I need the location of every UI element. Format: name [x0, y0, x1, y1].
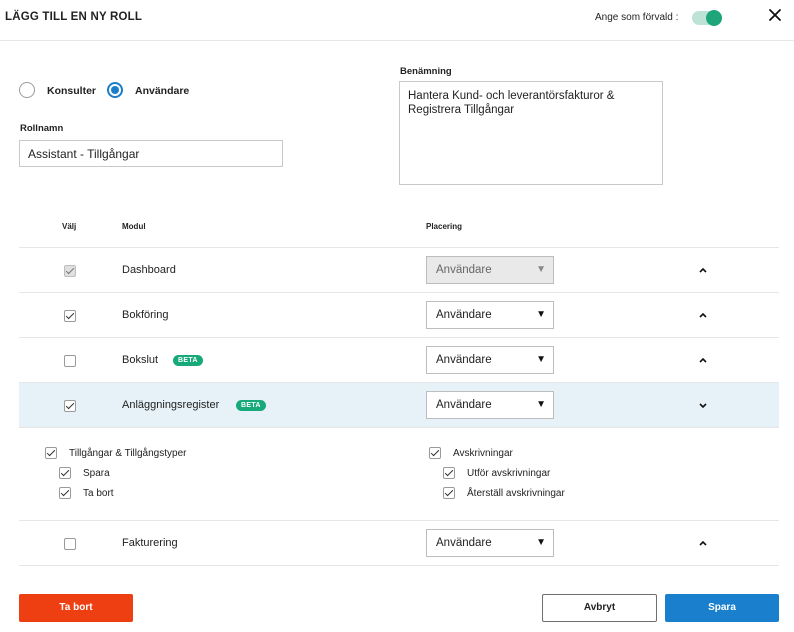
set-default-label: Ange som förvald : — [595, 12, 679, 23]
column-header-module: Modul — [122, 222, 146, 231]
table-row: Dashboard Användare ▼ — [19, 248, 779, 293]
placement-select[interactable]: Användare ▼ — [426, 529, 554, 557]
placement-value: Användare — [436, 264, 492, 276]
module-name: Bokföring — [122, 309, 169, 321]
permission-label: Utför avskrivningar — [467, 468, 551, 479]
module-checkbox[interactable] — [64, 355, 76, 367]
module-checkbox[interactable] — [64, 400, 76, 412]
close-icon[interactable] — [767, 7, 783, 23]
module-name: Bokslut — [122, 354, 159, 366]
role-name-label: Rollnamn — [20, 123, 64, 134]
permission-checkbox[interactable] — [59, 467, 71, 479]
permission-label: Avskrivningar — [453, 448, 513, 459]
chevron-up-icon[interactable] — [697, 537, 709, 549]
dropdown-arrow-icon: ▼ — [536, 264, 546, 275]
placement-value: Användare — [436, 399, 492, 411]
placement-select[interactable]: Användare ▼ — [426, 301, 554, 329]
delete-button[interactable]: Ta bort — [19, 594, 133, 622]
description-textarea[interactable]: Hantera Kund- och leverantörsfakturor & … — [399, 81, 663, 185]
placement-select: Användare ▼ — [426, 256, 554, 284]
dropdown-arrow-icon: ▼ — [536, 537, 546, 548]
permission-checkbox[interactable] — [429, 447, 441, 459]
chevron-down-icon[interactable] — [697, 399, 709, 411]
module-checkbox[interactable] — [64, 310, 76, 322]
modal-title: LÄGG TILL EN NY ROLL — [5, 11, 143, 23]
permission-label: Ta bort — [83, 488, 114, 499]
dropdown-arrow-icon: ▼ — [536, 309, 546, 320]
module-name: Dashboard — [122, 264, 176, 276]
permission-checkbox[interactable] — [443, 467, 455, 479]
role-name-input[interactable] — [19, 140, 283, 167]
placement-value: Användare — [436, 309, 492, 321]
placement-value: Användare — [436, 354, 492, 366]
dropdown-arrow-icon: ▼ — [536, 399, 546, 410]
permission-label: Återställ avskrivningar — [467, 488, 565, 499]
beta-badge: BETA — [173, 355, 203, 366]
modal-header: LÄGG TILL EN NY ROLL Ange som förvald : — [0, 0, 794, 41]
description-label: Benämning — [400, 66, 452, 77]
beta-badge: BETA — [236, 400, 266, 411]
module-checkbox[interactable] — [64, 538, 76, 550]
chevron-up-icon[interactable] — [697, 264, 709, 276]
save-button[interactable]: Spara — [665, 594, 779, 622]
table-row: Bokföring Användare ▼ — [19, 293, 779, 338]
placement-select[interactable]: Användare ▼ — [426, 346, 554, 374]
table-row: Bokslut BETA Användare ▼ — [19, 338, 779, 383]
permission-checkbox[interactable] — [45, 447, 57, 459]
sub-permissions-panel: Tillgångar & Tillgångstyper Spara Ta bor… — [19, 428, 779, 521]
placement-value: Användare — [436, 537, 492, 549]
module-name: Anläggningsregister — [122, 399, 220, 411]
table-row: Fakturering Användare ▼ — [19, 521, 779, 566]
chevron-up-icon[interactable] — [697, 309, 709, 321]
toggle-knob — [706, 10, 722, 26]
chevron-up-icon[interactable] — [697, 354, 709, 366]
permission-label: Tillgångar & Tillgångstyper — [69, 448, 187, 459]
permission-label: Spara — [83, 468, 110, 479]
radio-konsulter-label[interactable]: Konsulter — [47, 85, 96, 97]
radio-anvandare[interactable] — [107, 82, 123, 98]
radio-konsulter[interactable] — [19, 82, 35, 98]
table-row: Anläggningsregister BETA Användare ▼ — [19, 383, 779, 428]
permission-checkbox[interactable] — [443, 487, 455, 499]
radio-anvandare-label[interactable]: Användare — [135, 85, 189, 97]
column-header-placement: Placering — [426, 222, 463, 231]
placement-select[interactable]: Användare ▼ — [426, 391, 554, 419]
column-header-select: Välj — [62, 222, 77, 231]
module-checkbox — [64, 265, 76, 277]
dropdown-arrow-icon: ▼ — [536, 354, 546, 365]
set-default-toggle[interactable] — [692, 10, 722, 26]
module-name: Fakturering — [122, 537, 178, 549]
cancel-button[interactable]: Avbryt — [542, 594, 657, 622]
permission-checkbox[interactable] — [59, 487, 71, 499]
